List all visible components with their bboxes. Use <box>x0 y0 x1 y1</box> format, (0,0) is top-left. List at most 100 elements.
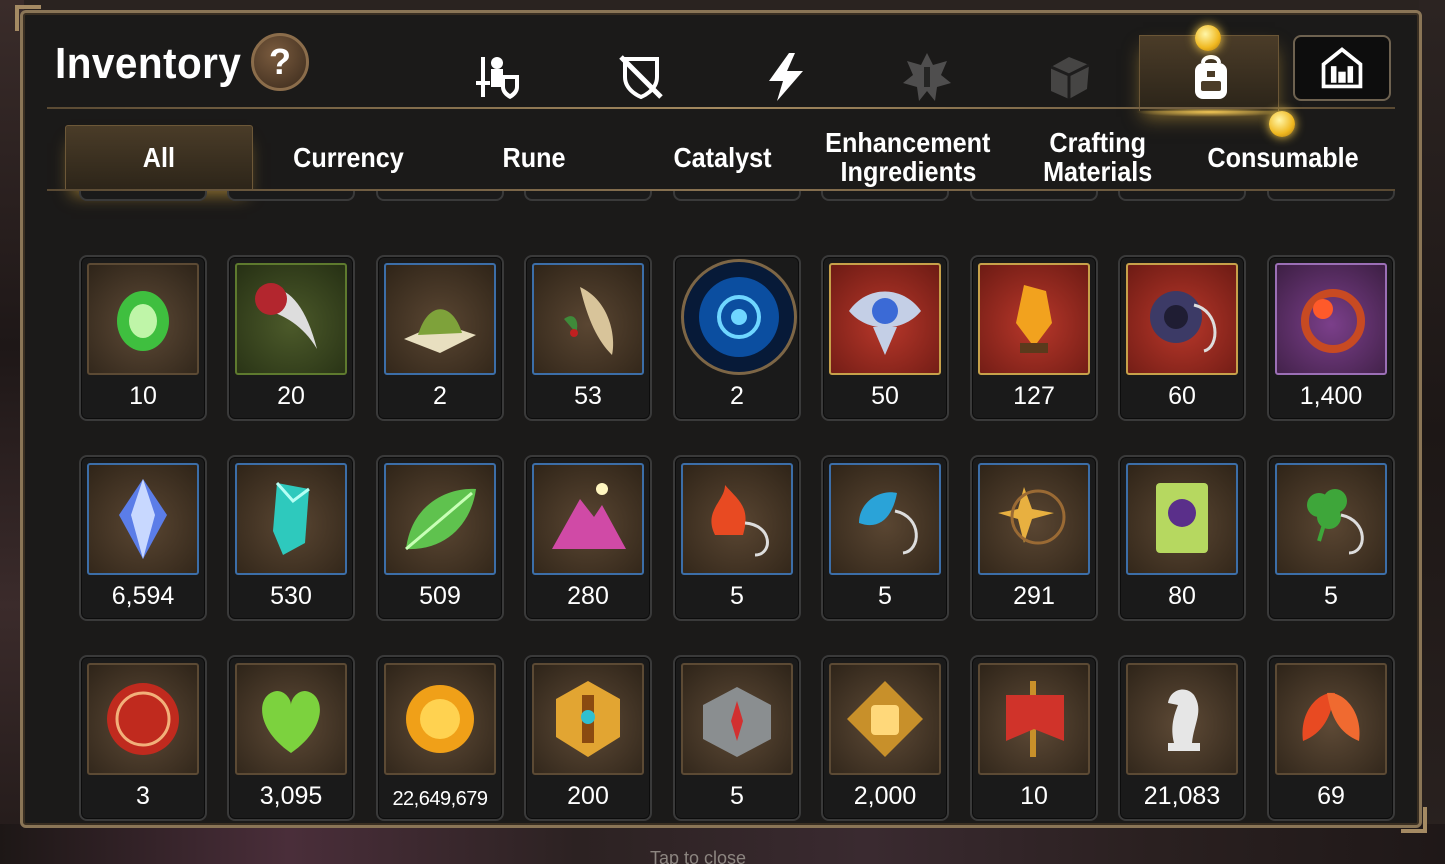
category-artifacts[interactable] <box>897 47 957 107</box>
item-count: 5 <box>730 582 744 610</box>
tab-all[interactable]: All <box>65 125 253 189</box>
item-frame <box>87 663 199 775</box>
item-frame <box>681 259 797 375</box>
item-count: 10 <box>823 191 947 192</box>
help-button[interactable]: ? <box>251 33 309 91</box>
item-count: 6,594 <box>111 582 175 610</box>
item-count: 80 <box>1168 582 1196 610</box>
item-slot[interactable]: 21,083 <box>1118 655 1246 821</box>
item-slot[interactable]: 1,400 <box>1267 255 1395 421</box>
item-slot[interactable]: 60 <box>1118 255 1246 421</box>
item-slot[interactable]: 80 <box>1118 455 1246 621</box>
item-slot-partial[interactable]: 3 <box>673 191 801 201</box>
ginseng-root-icon <box>564 287 614 355</box>
item-slot[interactable]: 5 <box>673 455 801 621</box>
water-pendant-icon <box>859 492 918 555</box>
background-right <box>1419 0 1445 864</box>
item-slot-partial[interactable]: 30 <box>227 191 355 201</box>
knight-shield-icon <box>476 57 519 99</box>
item-slot[interactable]: 509 <box>376 455 504 621</box>
item-slot[interactable]: 127 <box>970 255 1098 421</box>
gold-coin-icon <box>406 685 474 753</box>
item-count: 14 <box>972 191 1096 192</box>
item-frame <box>681 663 793 775</box>
tab-currency[interactable]: Currency <box>263 125 433 189</box>
item-frame <box>829 463 941 575</box>
item-frame <box>235 663 347 775</box>
eye-emblem-icon <box>849 291 921 355</box>
item-count: 20 <box>277 382 305 410</box>
item-frame <box>87 263 199 375</box>
item-slot[interactable]: 22,649,679 <box>376 655 504 821</box>
tab-rune[interactable]: Rune <box>449 125 619 189</box>
item-slot[interactable]: 5 <box>1267 455 1395 621</box>
item-count: 53 <box>574 382 602 410</box>
dark-ring-pendant-icon <box>1150 291 1217 353</box>
item-slot[interactable]: 2 <box>376 255 504 421</box>
item-slot[interactable]: 10 <box>79 255 207 421</box>
item-count: 5 <box>730 782 744 810</box>
item-slot[interactable]: 280 <box>524 455 652 621</box>
tab-enhancement-ingredients[interactable]: Enhancement Ingredients <box>813 125 1003 189</box>
item-slot-partial[interactable]: 14 <box>1118 191 1246 201</box>
item-count: 127 <box>1013 382 1055 410</box>
item-frame <box>532 263 644 375</box>
castle-button[interactable] <box>1293 35 1391 101</box>
notification-coin-icon <box>1269 111 1295 137</box>
clover-pendant-icon <box>1307 489 1364 555</box>
item-slot[interactable]: 20 <box>227 255 355 421</box>
item-count: 291 <box>1013 582 1055 610</box>
category-inventory[interactable] <box>1181 47 1241 107</box>
item-slot-partial[interactable]: 33 <box>79 191 207 201</box>
item-slot[interactable]: 69 <box>1267 655 1395 821</box>
item-frame <box>1126 463 1238 575</box>
item-slot-partial[interactable]: 13 <box>376 191 504 201</box>
tap-to-close-hint[interactable]: Tap to close <box>650 848 746 864</box>
item-count: 10 <box>1269 191 1393 192</box>
category-skills[interactable] <box>755 47 815 107</box>
item-count: 200 <box>567 782 609 810</box>
item-count: 2 <box>433 382 447 410</box>
item-slot[interactable]: 2,000 <box>821 655 949 821</box>
item-slot[interactable]: 291 <box>970 455 1098 621</box>
item-frame <box>978 663 1090 775</box>
item-slot[interactable]: 50 <box>821 255 949 421</box>
item-frame <box>1126 663 1238 775</box>
item-grid[interactable]: 33301313101414101020253250127601,4006,59… <box>47 191 1395 821</box>
item-count: 21,083 <box>1143 782 1221 810</box>
tab-catalyst[interactable]: Catalyst <box>637 125 807 189</box>
fist-emblem-icon <box>847 681 923 757</box>
item-frame <box>235 263 347 375</box>
backpack-icon <box>1195 55 1227 99</box>
item-count: 60 <box>1168 382 1196 410</box>
item-frame <box>1126 263 1238 375</box>
item-frame <box>829 263 941 375</box>
item-count: 22,649,679 <box>392 788 488 810</box>
item-count: 50 <box>871 382 899 410</box>
item-count: 13 <box>378 191 502 192</box>
notification-coin-icon <box>1195 25 1221 51</box>
item-slot[interactable]: 53 <box>524 255 652 421</box>
category-boxes[interactable] <box>1039 47 1099 107</box>
item-slot[interactable]: 5 <box>821 455 949 621</box>
item-slot[interactable]: 5 <box>673 655 801 821</box>
item-slot[interactable]: 530 <box>227 455 355 621</box>
item-slot[interactable]: 200 <box>524 655 652 821</box>
item-slot[interactable]: 3 <box>79 655 207 821</box>
green-heart-icon <box>262 691 320 753</box>
silver-knight-piece-icon <box>1168 689 1200 751</box>
item-slot-partial[interactable]: 1 <box>524 191 652 201</box>
item-slot-partial[interactable]: 10 <box>1267 191 1395 201</box>
category-unequipped[interactable] <box>611 47 671 107</box>
item-count: 2 <box>730 382 744 410</box>
item-slot-partial[interactable]: 14 <box>970 191 1098 201</box>
item-slot[interactable]: 2 <box>673 255 801 421</box>
red-seal-icon <box>107 683 179 755</box>
item-slot[interactable]: 10 <box>970 655 1098 821</box>
item-slot-partial[interactable]: 10 <box>821 191 949 201</box>
item-slot[interactable]: 3,095 <box>227 655 355 821</box>
category-equipment[interactable] <box>469 47 529 107</box>
teal-crystal-icon <box>273 482 310 555</box>
item-slot[interactable]: 6,594 <box>79 455 207 621</box>
tab-crafting-materials[interactable]: Crafting Materials <box>1013 125 1183 189</box>
